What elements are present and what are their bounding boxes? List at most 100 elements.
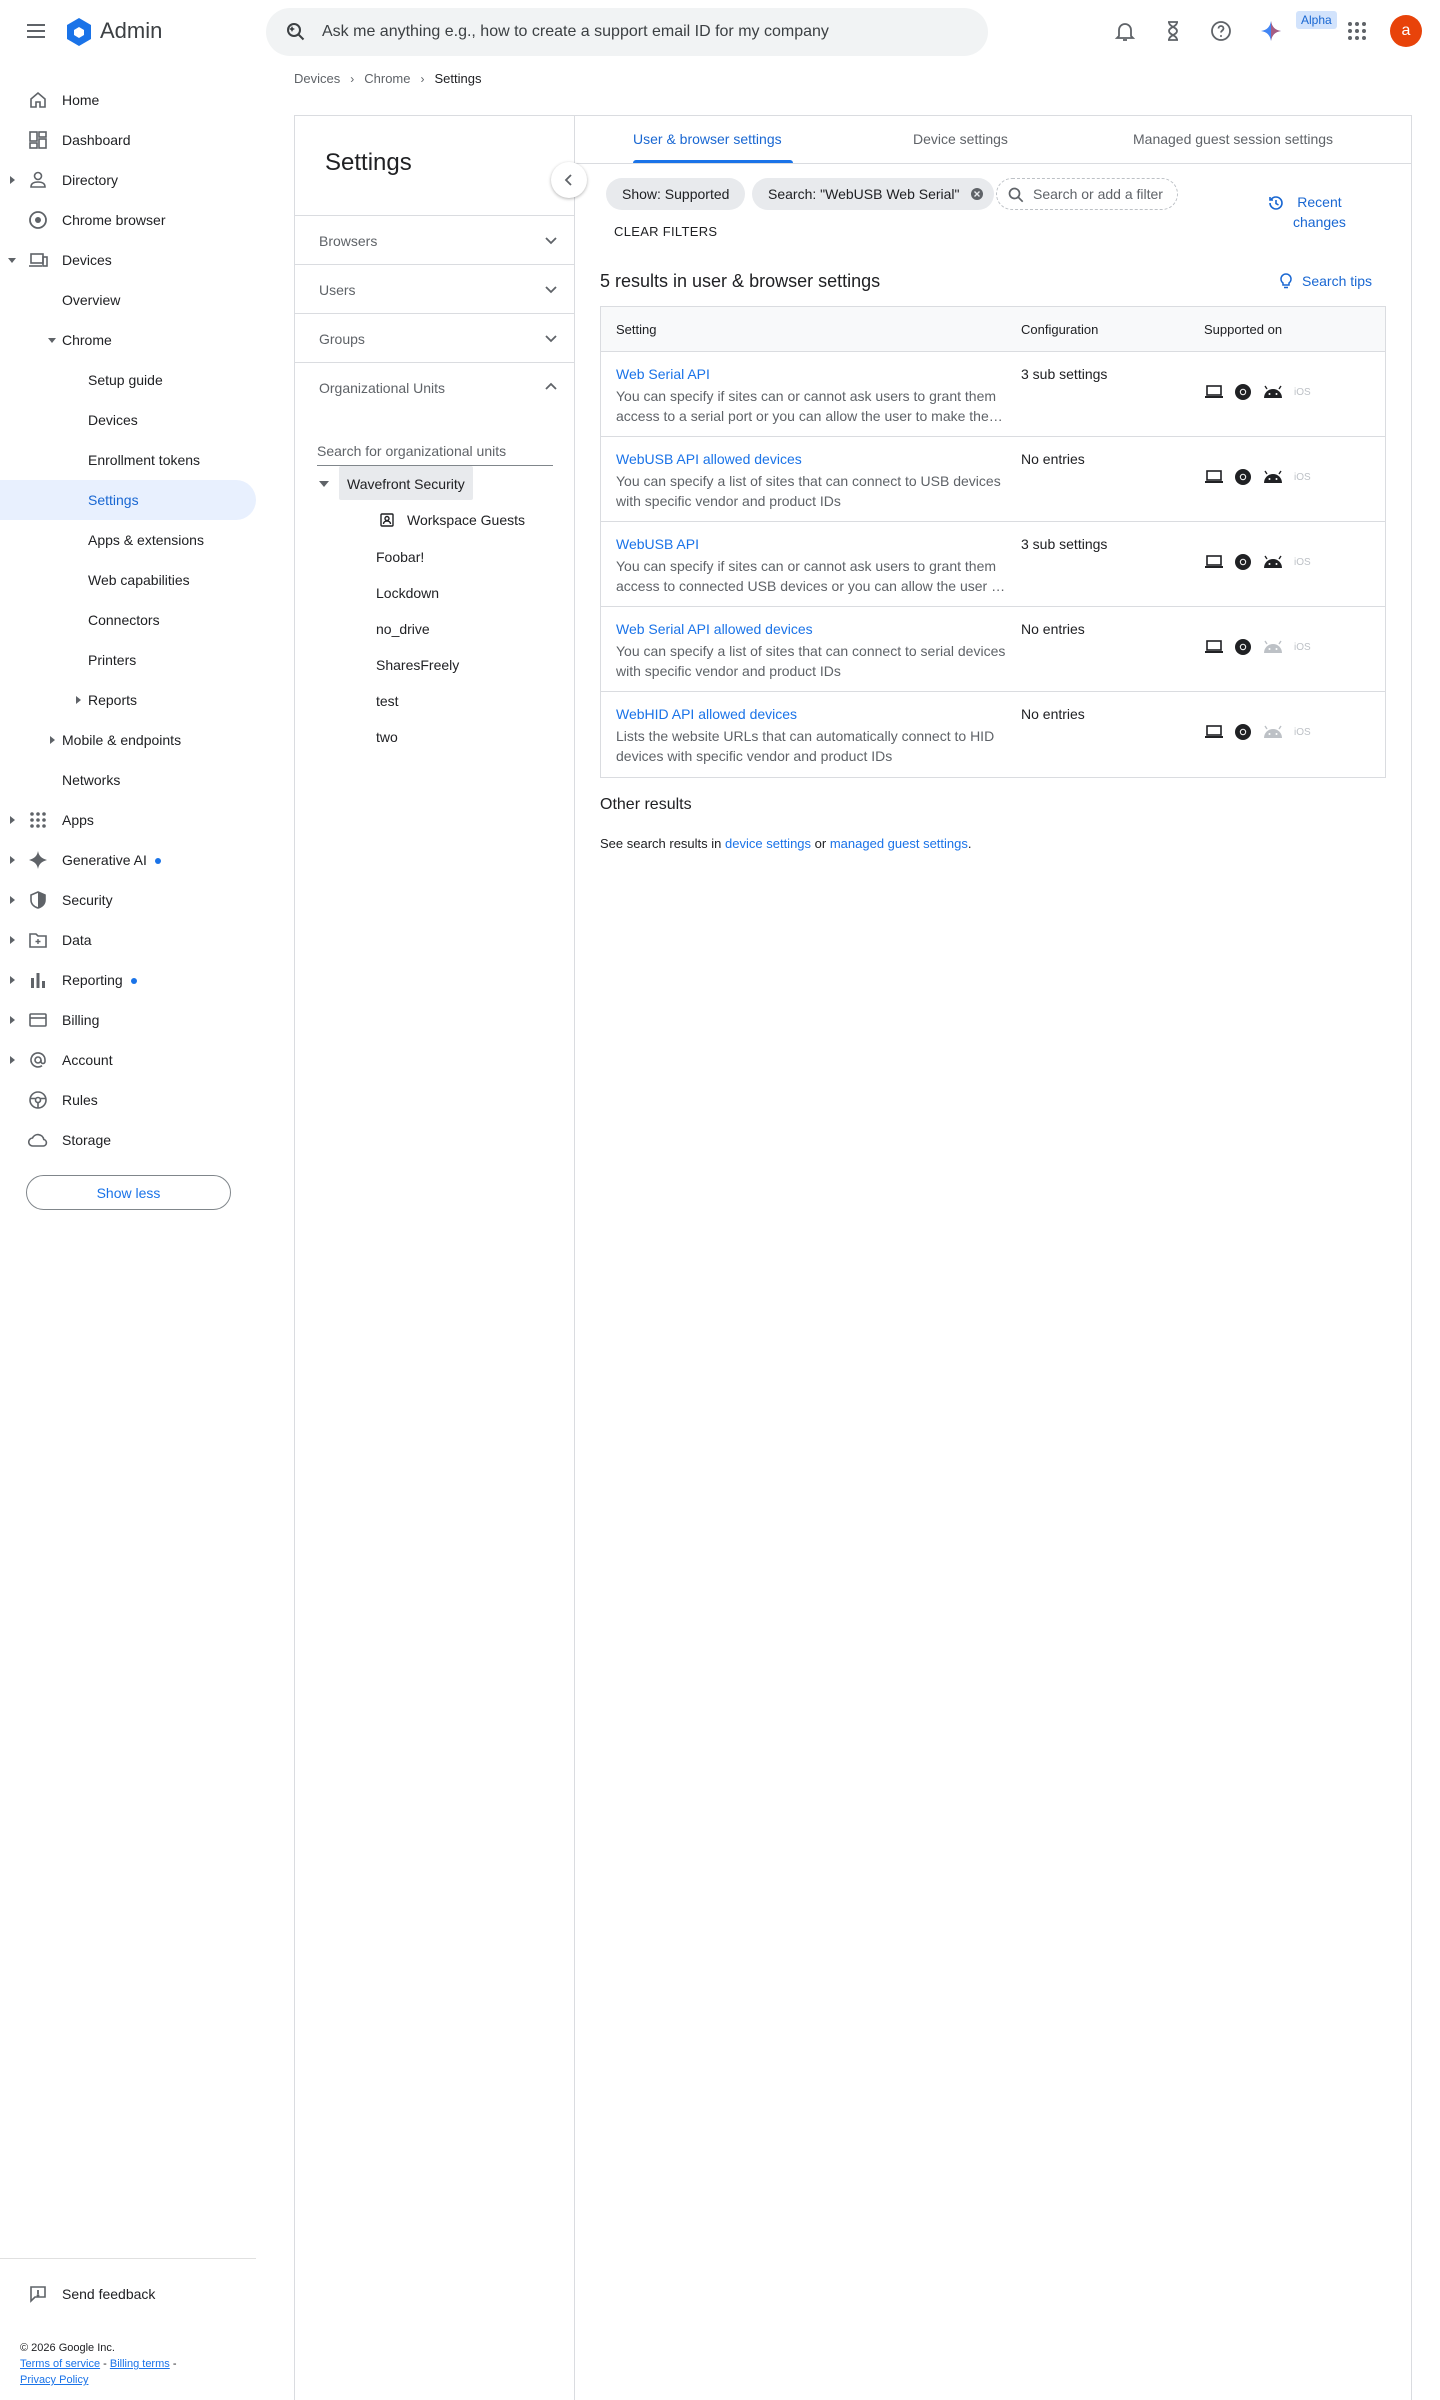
supported-platforms: iOS — [1204, 553, 1311, 571]
breadcrumb-chrome[interactable]: Chrome — [364, 71, 410, 86]
setting-name-link[interactable]: WebHID API allowed devices — [616, 706, 797, 722]
expand-arrow-icon — [50, 736, 55, 744]
setting-configuration: No entries — [1021, 621, 1085, 637]
table-row[interactable]: WebUSB API You can specify if sites can o… — [601, 522, 1385, 607]
home-icon — [28, 90, 48, 110]
notifications-bell-icon[interactable] — [1113, 19, 1137, 43]
sidebar-item-chrome-devices[interactable]: Devices — [0, 400, 256, 440]
guest-badge-icon — [379, 512, 395, 528]
sidebar-item-reporting[interactable]: Reporting — [0, 960, 256, 1000]
filter-chip-supported[interactable]: Show: Supported — [606, 178, 746, 210]
sidebar-item-data[interactable]: Data — [0, 920, 256, 960]
sidebar-item-generative-ai[interactable]: Generative AI — [0, 840, 256, 880]
sidebar-item-apps[interactable]: Apps — [0, 800, 256, 840]
app-name: Admin — [100, 18, 163, 43]
accordion-organizational-units[interactable]: Organizational Units — [295, 362, 575, 411]
org-unit-two[interactable]: two — [376, 729, 398, 745]
breadcrumb: Devices › Chrome › Settings — [294, 71, 481, 86]
feedback-icon — [28, 2284, 48, 2304]
org-unit-test[interactable]: test — [376, 693, 399, 709]
table-row[interactable]: WebHID API allowed devices Lists the webs… — [601, 692, 1385, 777]
avatar[interactable]: a — [1390, 15, 1422, 47]
org-unit-root-label: Wavefront Security — [347, 476, 465, 492]
setting-description: You can specify if sites can or cannot a… — [616, 558, 1003, 594]
setting-name-link[interactable]: WebUSB API — [616, 536, 699, 552]
managed-guest-settings-link[interactable]: managed guest settings — [830, 836, 968, 851]
search-input[interactable] — [322, 8, 962, 56]
sidebar-item-setup-guide[interactable]: Setup guide — [0, 360, 256, 400]
sidebar-item-security[interactable]: Security — [0, 880, 256, 920]
sidebar-item-networks[interactable]: Networks — [0, 760, 256, 800]
sidebar-item-label: Home — [62, 92, 100, 108]
device-settings-link[interactable]: device settings — [725, 836, 811, 851]
sidebar-item-connectors[interactable]: Connectors — [0, 600, 256, 640]
setting-name-link[interactable]: WebUSB API allowed devices — [616, 451, 802, 467]
sidebar-item-enrollment-tokens[interactable]: Enrollment tokens — [0, 440, 256, 480]
send-feedback-link[interactable]: Send feedback — [28, 2284, 155, 2304]
accordion-groups[interactable]: Groups — [295, 313, 575, 362]
sidebar-item-label: Reports — [88, 692, 138, 708]
accordion-browsers[interactable]: Browsers — [295, 215, 575, 264]
sidebar-item-account[interactable]: Account — [0, 1040, 256, 1080]
org-unit-lockdown[interactable]: Lockdown — [376, 585, 439, 601]
laptop-icon — [1204, 384, 1224, 400]
billing-terms-link[interactable]: Billing terms — [110, 2358, 170, 2370]
accordion-users[interactable]: Users — [295, 264, 575, 313]
sidebar-item-mobile-endpoints[interactable]: Mobile & endpoints — [0, 720, 256, 760]
gemini-sparkle-icon[interactable] — [1259, 19, 1283, 43]
org-unit-foobar[interactable]: Foobar! — [376, 549, 424, 565]
sidebar-item-chrome[interactable]: Chrome — [0, 320, 256, 360]
sidebar-item-reports[interactable]: Reports — [0, 680, 256, 720]
apps-grid-icon[interactable] — [1345, 19, 1369, 43]
sidebar-item-overview[interactable]: Overview — [0, 280, 256, 320]
clear-filters-button[interactable]: CLEAR FILTERS — [614, 224, 717, 239]
sidebar-item-billing[interactable]: Billing — [0, 1000, 256, 1040]
terms-link[interactable]: Terms of service — [20, 2358, 100, 2370]
setting-name-link[interactable]: Web Serial API — [616, 366, 710, 382]
help-icon[interactable] — [1209, 19, 1233, 43]
tab-device-settings[interactable]: Device settings — [913, 131, 1008, 147]
collapse-arrow-icon[interactable] — [319, 481, 329, 487]
ios-icon: iOS — [1294, 386, 1311, 398]
setting-name-link[interactable]: Web Serial API allowed devices — [616, 621, 813, 637]
collapse-panel-button[interactable] — [551, 162, 587, 198]
tab-managed-guest-session-settings[interactable]: Managed guest session settings — [1133, 131, 1333, 147]
breadcrumb-devices[interactable]: Devices — [294, 71, 340, 86]
show-less-button[interactable]: Show less — [26, 1175, 231, 1210]
org-unit-no-drive[interactable]: no_drive — [376, 621, 430, 637]
sidebar-item-settings[interactable]: Settings — [0, 480, 256, 520]
org-unit-search-input[interactable] — [317, 436, 553, 466]
settings-table: Setting Configuration Supported on Web S… — [600, 306, 1386, 778]
expand-arrow-icon — [10, 176, 15, 184]
sidebar-item-label: Setup guide — [88, 372, 163, 388]
privacy-policy-link[interactable]: Privacy Policy — [20, 2374, 88, 2386]
chrome-icon — [1234, 723, 1252, 741]
sidebar-item-printers[interactable]: Printers — [0, 640, 256, 680]
table-row[interactable]: Web Serial API allowed devices You can sp… — [601, 607, 1385, 692]
table-row[interactable]: Web Serial API You can specify if sites c… — [601, 352, 1385, 437]
main-menu-icon[interactable] — [24, 19, 48, 43]
search-tips-link[interactable]: Search tips — [1278, 273, 1372, 289]
admin-logo-icon[interactable] — [64, 17, 94, 47]
tasks-hourglass-icon[interactable] — [1161, 19, 1185, 43]
sidebar-item-storage[interactable]: Storage — [0, 1120, 256, 1160]
search-icon — [284, 20, 308, 44]
android-icon — [1262, 385, 1284, 399]
filter-input[interactable] — [1033, 179, 1173, 209]
sidebar-item-rules[interactable]: Rules — [0, 1080, 256, 1120]
sidebar-item-directory[interactable]: Directory — [0, 160, 256, 200]
tab-user-browser-settings[interactable]: User & browser settings — [633, 131, 782, 147]
table-row[interactable]: WebUSB API allowed devices You can specif… — [601, 437, 1385, 522]
sidebar-item-chrome-browser[interactable]: Chrome browser — [0, 200, 256, 240]
filter-chip-search[interactable]: Search: "WebUSB Web Serial" — [752, 178, 994, 210]
sidebar-item-dashboard[interactable]: Dashboard — [0, 120, 256, 160]
org-unit-workspace-guests[interactable]: Workspace Guests — [379, 512, 525, 528]
clear-chip-icon[interactable] — [970, 187, 984, 201]
org-unit-sharesfreely[interactable]: SharesFreely — [376, 657, 459, 673]
recent-changes-link[interactable]: Recent changes — [1267, 192, 1346, 232]
sidebar-item-web-capabilities[interactable]: Web capabilities — [0, 560, 256, 600]
recent-changes-label-1: Recent — [1297, 194, 1342, 210]
sidebar-item-home[interactable]: Home — [0, 80, 256, 120]
sidebar-item-devices[interactable]: Devices — [0, 240, 256, 280]
sidebar-item-apps-extensions[interactable]: Apps & extensions — [0, 520, 256, 560]
